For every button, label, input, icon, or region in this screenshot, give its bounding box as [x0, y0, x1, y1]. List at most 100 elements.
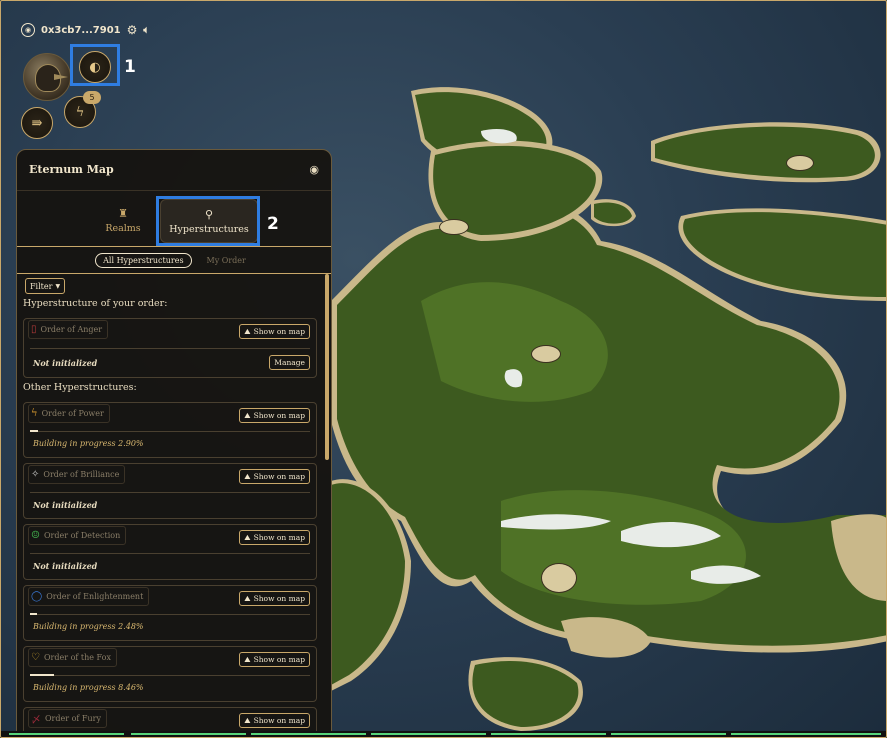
panel-header: Eternum Map ◉	[17, 150, 331, 188]
subtab-all-hyperstructures[interactable]: All Hyperstructures	[95, 252, 192, 268]
order-tag: ✧ Order of Brilliance	[28, 465, 126, 484]
order-tag: ♡ Order of the Fox	[28, 648, 117, 667]
show-on-map-label: Show on map	[253, 533, 305, 542]
order-tag: ϟ Order of Power	[28, 404, 110, 423]
gear-icon[interactable]: ⚙	[127, 23, 138, 37]
show-on-map-button[interactable]: ⛰ Show on map	[239, 591, 310, 606]
show-on-map-button[interactable]: ⛰ Show on map	[239, 530, 310, 545]
step-number-1: 1	[124, 57, 136, 77]
hyperstructure-list[interactable]: Filter ▼ Hyperstructure of your order: ▯…	[17, 274, 329, 732]
status-text: Not initialized	[33, 500, 98, 510]
hyperstructure-card: ☺ Order of Detection ⛰ Show on map Not initi…	[23, 524, 317, 580]
highlight-box-1	[70, 44, 120, 86]
show-on-map-button[interactable]: ⛰ Show on map	[239, 324, 310, 339]
map-icon: ⛰	[244, 593, 251, 603]
fury-icon: 〆	[31, 715, 41, 726]
progress-track	[30, 675, 310, 676]
tab-realms-label: Realms	[105, 222, 141, 234]
order-name: Order of Power	[41, 409, 104, 418]
map-structure-marker[interactable]	[786, 155, 814, 171]
order-name: Order of the Fox	[43, 653, 111, 662]
ring-icon: ◯	[31, 591, 43, 602]
map-icon: ⛰	[244, 715, 251, 725]
map-icon: ⛰	[244, 654, 251, 664]
arrow-right-icon: ⇛	[31, 115, 43, 131]
progress-track	[30, 553, 310, 554]
subtab-my-order[interactable]: My Order	[200, 254, 253, 267]
order-tag: 〆 Order of Fury	[28, 709, 107, 728]
hyperstructure-card: ϟ Order of Power ⛰ Show on map Building in p…	[23, 402, 317, 458]
other-heading: Other Hyperstructures:	[23, 382, 137, 393]
show-on-map-label: Show on map	[253, 411, 305, 420]
show-on-map-button[interactable]: ⛰ Show on map	[239, 408, 310, 423]
bottom-status-bar	[1, 731, 886, 737]
globe-icon[interactable]: ◉	[309, 163, 319, 176]
status-text: Building in progress 8.46%	[33, 683, 144, 692]
subtabs: All Hyperstructures My Order	[17, 246, 331, 274]
hyperstructure-card: ✧ Order of Brilliance ⛰ Show on map Not init…	[23, 463, 317, 519]
filter-label: Filter	[30, 281, 53, 291]
map-icon: ⛰	[244, 471, 251, 481]
hyperstructure-card: ◯ Order of Enlightenment ⛰ Show on map Build…	[23, 585, 317, 641]
progress-fill	[30, 674, 54, 676]
game-viewport[interactable]: ◉ 0x3cb7...7901 ⚙ 🔈︎ ◐ 1 ϟ 5 ⇛ Eternum M…	[0, 0, 887, 738]
your-order-heading: Hyperstructure of your order:	[23, 298, 168, 309]
show-on-map-label: Show on map	[253, 327, 305, 336]
show-on-map-label: Show on map	[253, 472, 305, 481]
speaker-icon[interactable]: 🔈︎	[143, 25, 149, 36]
show-on-map-button[interactable]: ⛰ Show on map	[239, 469, 310, 484]
order-name: Order of Brilliance	[43, 470, 120, 479]
avatar-beak-icon	[54, 74, 68, 80]
detection-icon: ☺	[31, 530, 40, 541]
progress-fill	[30, 613, 37, 615]
filter-button[interactable]: Filter ▼	[25, 278, 66, 294]
show-on-map-label: Show on map	[253, 594, 305, 603]
order-name: Order of Enlightenment	[46, 592, 144, 601]
status-text: Building in progress 2.90%	[33, 439, 144, 448]
hyperstructure-card: ▯ Order of Anger ⛰ Show on map Not initia…	[23, 318, 317, 378]
castle-icon: ♜	[118, 206, 128, 220]
anger-icon: ▯	[31, 324, 37, 335]
order-name: Order of Anger	[40, 325, 103, 334]
show-on-map-label: Show on map	[253, 716, 305, 725]
order-tag: ▯ Order of Anger	[28, 320, 109, 339]
order-tag: ☺ Order of Detection	[28, 526, 127, 545]
show-on-map-label: Show on map	[253, 655, 305, 664]
hyperstructure-card: ♡ Order of the Fox ⛰ Show on map Building in…	[23, 646, 317, 702]
progress-fill	[30, 430, 39, 432]
map-icon: ⛰	[244, 326, 251, 336]
order-name: Order of Fury	[45, 714, 101, 723]
energy-count-badge: 5	[83, 91, 101, 104]
manage-button[interactable]: Manage	[269, 355, 310, 370]
hyperstructure-card: 〆 Order of Fury ⛰ Show on map	[23, 707, 317, 732]
star-icon: ✧	[31, 469, 40, 480]
progress-track	[30, 431, 310, 432]
show-on-map-button[interactable]: ⛰ Show on map	[239, 713, 310, 728]
progress-track	[30, 614, 310, 615]
lightning-icon: ϟ	[31, 408, 38, 419]
order-tag: ◯ Order of Enlightenment	[28, 587, 150, 606]
map-realm-marker[interactable]	[541, 563, 577, 593]
map-structure-marker[interactable]	[531, 345, 561, 363]
order-name: Order of Detection	[43, 531, 121, 540]
avatar[interactable]	[23, 53, 71, 101]
lightning-icon: ϟ	[75, 104, 85, 120]
status-text: Not initialized	[33, 561, 98, 571]
show-on-map-button[interactable]: ⛰ Show on map	[239, 652, 310, 667]
globe-circle-icon: ◉	[21, 23, 35, 37]
map-icon: ⛰	[244, 532, 251, 542]
panel-title: Eternum Map	[29, 162, 114, 176]
map-icon: ⛰	[244, 410, 251, 420]
status-text: Not initialized	[33, 358, 98, 368]
scrollbar[interactable]	[325, 274, 329, 460]
account-bar: ◉ 0x3cb7...7901 ⚙ 🔈︎	[21, 23, 149, 37]
chevron-down-icon: ▼	[55, 282, 61, 290]
progress-track	[30, 348, 310, 349]
fox-icon: ♡	[31, 652, 40, 663]
step-number-2: 2	[267, 214, 279, 234]
move-button[interactable]: ⇛	[21, 107, 53, 139]
map-structure-marker[interactable]	[439, 219, 469, 235]
status-text: Building in progress 2.48%	[33, 622, 144, 631]
account-address[interactable]: 0x3cb7...7901	[41, 25, 121, 36]
progress-track	[30, 492, 310, 493]
